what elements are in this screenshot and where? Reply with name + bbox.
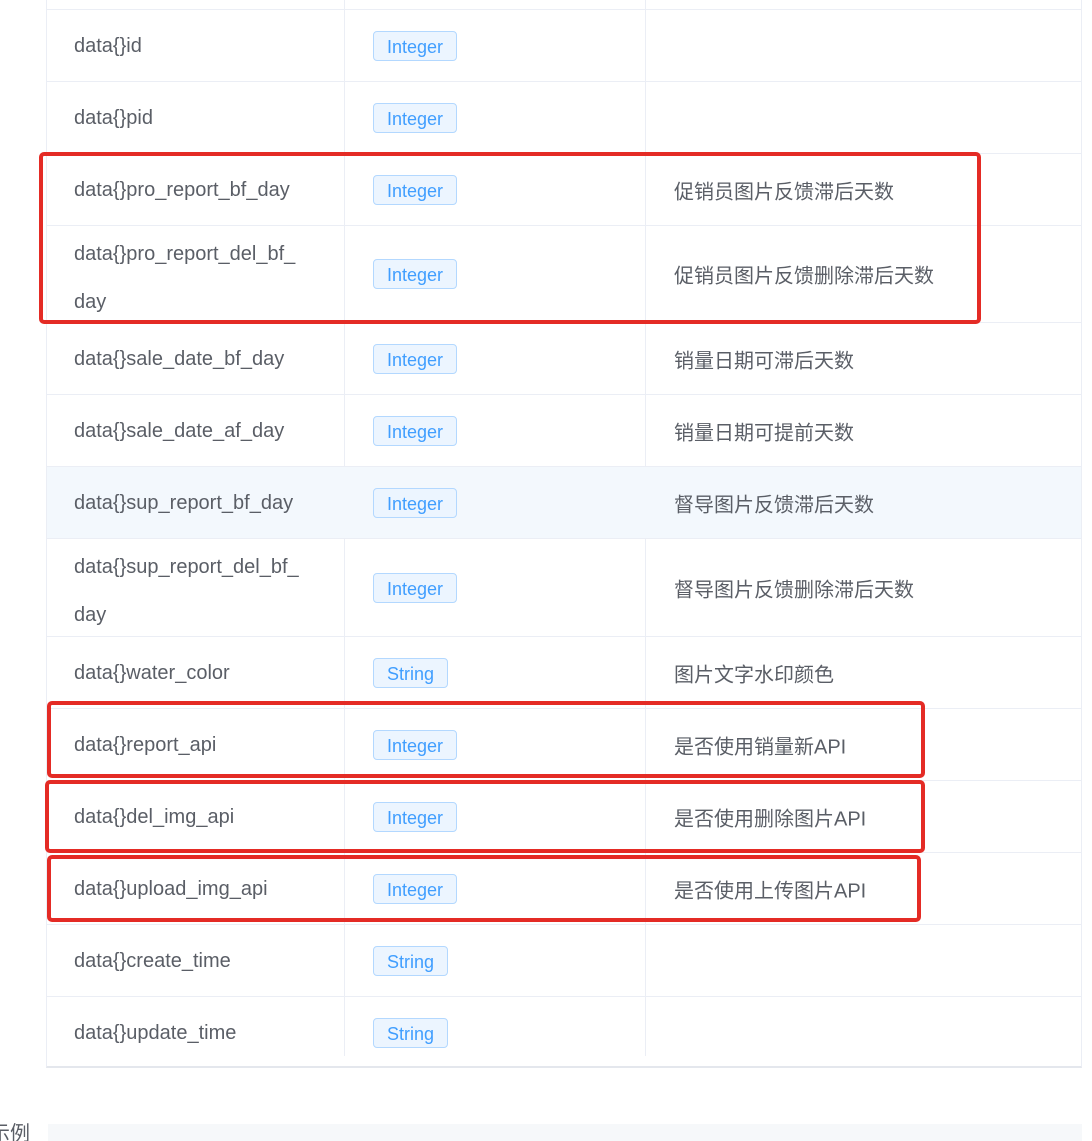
type-tag: Integer: [373, 102, 458, 133]
param-name-line: day: [74, 604, 107, 626]
param-name: data{}del_img_api: [74, 805, 235, 828]
table-row: data{}sale_date_bf_day Integer 销量日期可滞后天数: [47, 323, 1081, 395]
param-name: data{}sale_date_af_day: [74, 419, 285, 442]
param-name: data{}water_color: [74, 661, 230, 684]
param-name: data{}update_time: [74, 1022, 237, 1044]
table-row: data{}water_color String 图片文字水印颜色: [47, 637, 1081, 709]
response-params-table: data{}id Integer data{}pid Integer data{…: [46, 0, 1082, 1068]
table-row: data{}pro_report_del_bf_ day Integer 促销员…: [47, 226, 1081, 323]
table-row: data{}pro_report_bf_day Integer 促销员图片反馈滞…: [47, 154, 1081, 226]
type-tag: Integer: [373, 873, 458, 904]
param-desc: 促销员图片反馈删除滞后天数: [674, 265, 934, 288]
type-tag: String: [373, 945, 449, 976]
param-name: data{}report_api: [74, 733, 217, 756]
table-row: data{}id Integer: [47, 10, 1081, 82]
type-tag: Integer: [373, 572, 458, 603]
example-code-block: [48, 1124, 1082, 1141]
table-row: data{}create_time String: [47, 925, 1081, 997]
param-name-line: data{}pro_report_del_bf_: [74, 243, 296, 265]
param-name: data{}id: [74, 34, 142, 57]
table-row-partial: [47, 0, 1081, 10]
table-row: data{}upload_img_api Integer 是否使用上传图片API: [47, 853, 1081, 925]
section-label-example: 示例: [0, 1123, 30, 1141]
param-desc: 督导图片反馈滞后天数: [674, 494, 874, 516]
table-row: data{}pid Integer: [47, 82, 1081, 154]
param-name: data{}pro_report_del_bf_ day: [74, 230, 324, 326]
param-name: data{}upload_img_api: [74, 877, 268, 900]
type-tag: Integer: [373, 174, 458, 205]
param-name: data{}create_time: [74, 949, 231, 972]
param-desc: 是否使用上传图片API: [674, 880, 867, 902]
table-row: data{}report_api Integer 是否使用销量新API: [47, 709, 1081, 781]
type-tag: Integer: [373, 801, 458, 832]
param-desc: 督导图片反馈删除滞后天数: [674, 579, 914, 601]
param-name: data{}sup_report_bf_day: [74, 491, 294, 514]
table-row: data{}update_time String: [47, 997, 1081, 1059]
param-name: data{}sup_report_del_bf_ day: [74, 543, 324, 639]
page: data{}id Integer data{}pid Integer data{…: [0, 0, 1092, 1141]
param-name-line: data{}sup_report_del_bf_: [74, 556, 299, 578]
param-name: data{}sale_date_bf_day: [74, 347, 285, 370]
type-tag: Integer: [373, 729, 458, 760]
table-row: data{}sup_report_del_bf_ day Integer 督导图…: [47, 539, 1081, 637]
param-desc: 是否使用删除图片API: [674, 808, 867, 830]
table-row-hovered: data{}sup_report_bf_day Integer 督导图片反馈滞后…: [47, 467, 1081, 539]
param-name: data{}pid: [74, 106, 153, 129]
type-tag: Integer: [373, 259, 458, 289]
param-desc: 是否使用销量新API: [674, 736, 847, 758]
type-tag: Integer: [373, 30, 458, 61]
param-desc: 促销员图片反馈滞后天数: [674, 181, 894, 203]
param-name-line: day: [74, 291, 107, 313]
param-name: data{}pro_report_bf_day: [74, 178, 290, 201]
param-desc: 销量日期可滞后天数: [674, 350, 854, 372]
param-desc: 图片文字水印颜色: [674, 664, 834, 686]
param-desc: 销量日期可提前天数: [674, 422, 854, 444]
type-tag: String: [373, 657, 449, 688]
type-tag: String: [373, 1018, 449, 1048]
table-row: data{}sale_date_af_day Integer 销量日期可提前天数: [47, 395, 1081, 467]
type-tag: Integer: [373, 487, 458, 518]
type-tag: Integer: [373, 343, 458, 374]
type-tag: Integer: [373, 415, 458, 446]
table-row: data{}del_img_api Integer 是否使用删除图片API: [47, 781, 1081, 853]
